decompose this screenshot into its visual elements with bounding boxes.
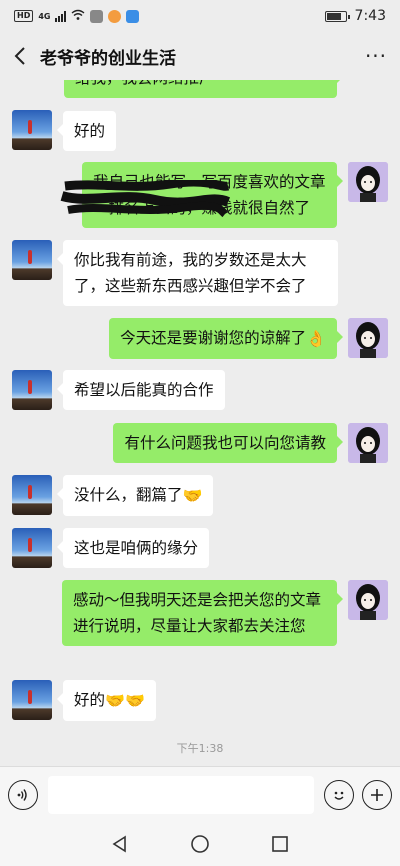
contact-avatar[interactable] xyxy=(12,475,52,515)
contact-avatar[interactable] xyxy=(12,110,52,150)
add-button[interactable] xyxy=(362,779,392,810)
app-notification-icon xyxy=(126,9,140,23)
message-bubble-incoming[interactable]: 好的🤝🤝 xyxy=(57,680,156,721)
self-avatar[interactable] xyxy=(348,580,388,620)
voice-icon xyxy=(17,788,27,801)
message-text: 好的 xyxy=(74,691,106,709)
app-notification-icon xyxy=(108,9,122,23)
contact-avatar[interactable] xyxy=(12,370,52,410)
emoji-icon xyxy=(334,791,344,800)
message-row: 有什么问题我也可以向您请教 xyxy=(0,423,400,469)
status-right: 7:43 xyxy=(324,8,386,24)
system-nav-bar xyxy=(0,822,400,866)
network-type: 4G xyxy=(38,11,51,21)
contact-avatar[interactable] xyxy=(12,240,52,280)
message-bubble-outgoing[interactable]: 给我，我会网络推广 xyxy=(64,80,343,98)
message-row: 给我，我会网络推广 xyxy=(0,80,400,100)
nav-home-icon xyxy=(191,835,209,853)
message-text: 没什么，翻篇了 xyxy=(74,486,183,504)
message-bubble-outgoing[interactable]: 今天还是要谢谢您的谅解了👌 xyxy=(109,318,343,359)
battery-icon xyxy=(324,10,350,22)
handshake-emoji: 🤝🤝 xyxy=(105,690,145,710)
message-timestamp: 下午1:38 xyxy=(176,742,224,755)
chat-header: 老爷爷的创业生活 ··· xyxy=(0,32,400,80)
nav-recent-icon xyxy=(272,836,288,852)
message-bubble-incoming[interactable]: 你比我有前途，我的岁数还是太大了，这些新东西感兴趣但学不会了 xyxy=(57,240,338,306)
message-row: 我自己也能写一写百度喜欢的文章～排名上去的，赚钱就很自然了 xyxy=(0,162,400,232)
message-bubble-incoming[interactable]: 这也是咱俩的缘分 xyxy=(56,528,210,568)
message-row: 这也是咱俩的缘分 xyxy=(0,528,400,574)
plus-icon xyxy=(371,788,383,801)
nav-recent-button[interactable] xyxy=(270,834,290,854)
status-bar: HD 4G 7:43 xyxy=(0,0,400,32)
message-row: 感动～但我明天还是会把关您的文章进行说明，尽量让大家都去关注您 xyxy=(0,580,400,672)
voice-button[interactable] xyxy=(8,779,38,810)
status-time: 7:43 xyxy=(354,8,386,24)
input-bar xyxy=(0,766,400,822)
contact-avatar[interactable] xyxy=(12,528,52,568)
hd-badge: HD xyxy=(14,10,34,22)
message-row: 你比我有前途，我的岁数还是太大了，这些新东西感兴趣但学不会了 xyxy=(0,240,400,312)
message-row: 没什么，翻篇了🤝 xyxy=(0,475,400,521)
message-row: 今天还是要谢谢您的谅解了👌 xyxy=(0,318,400,364)
app-notification-icon xyxy=(90,9,104,23)
status-left: HD 4G xyxy=(14,9,325,24)
signal-icon xyxy=(55,10,67,22)
message-bubble-outgoing[interactable]: 感动～但我明天还是会把关您的文章进行说明，尽量让大家都去关注您 xyxy=(62,580,343,646)
message-row: 好的 xyxy=(0,110,400,160)
message-list[interactable]: 给我，我会网络推广 好的 我自己也能写一写百度喜欢的文章～排名上去的，赚钱就很自… xyxy=(0,80,400,766)
more-button[interactable]: ··· xyxy=(352,32,400,80)
contact-avatar[interactable] xyxy=(12,680,52,720)
chevron-left-icon xyxy=(14,47,25,65)
handshake-emoji: 🤝 xyxy=(182,485,203,505)
message-row: 好的🤝🤝 xyxy=(0,680,400,726)
self-avatar[interactable] xyxy=(348,318,388,358)
back-button[interactable] xyxy=(0,32,40,80)
emoji-button[interactable] xyxy=(324,779,354,810)
message-bubble-outgoing[interactable]: 有什么问题我也可以向您请教 xyxy=(113,423,343,463)
chat-title: 老爷爷的创业生活 xyxy=(40,48,176,69)
message-bubble-outgoing[interactable]: 我自己也能写一写百度喜欢的文章～排名上去的，赚钱就很自然了 xyxy=(82,162,343,228)
nav-back-button[interactable] xyxy=(110,834,130,854)
more-dots-icon: ··· xyxy=(364,44,388,68)
nav-back-icon xyxy=(112,835,126,853)
nav-home-button[interactable] xyxy=(190,834,210,854)
message-bubble-incoming[interactable]: 没什么，翻篇了🤝 xyxy=(56,475,214,516)
message-input[interactable] xyxy=(48,775,314,814)
message-bubble-incoming[interactable]: 好的 xyxy=(56,111,117,151)
self-avatar[interactable] xyxy=(348,162,388,202)
message-row: 希望以后能真的合作 xyxy=(0,370,400,416)
self-avatar[interactable] xyxy=(348,423,388,463)
message-text: 今天还是要谢谢您的谅解了 xyxy=(120,329,307,347)
wifi-icon xyxy=(71,9,85,24)
message-bubble-incoming[interactable]: 希望以后能真的合作 xyxy=(57,370,225,410)
ok-hand-emoji: 👌 xyxy=(306,328,326,348)
